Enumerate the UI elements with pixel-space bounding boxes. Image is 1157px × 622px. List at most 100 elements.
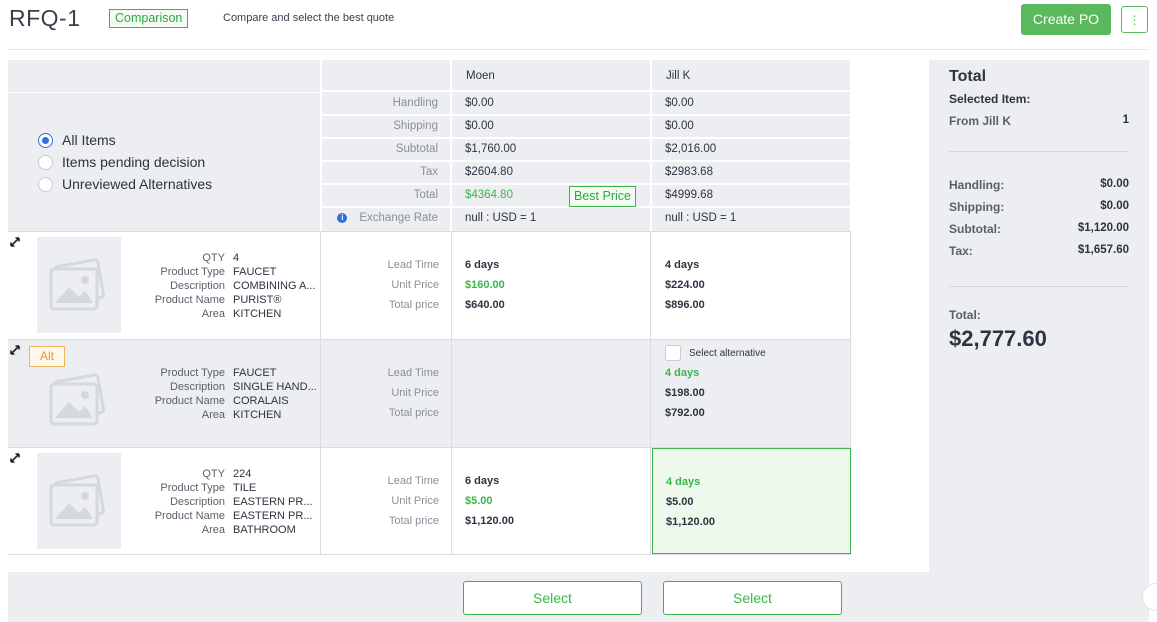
unit-price-value: $160.00	[465, 279, 505, 291]
filter-label: All Items	[62, 132, 116, 148]
filter-pending-decision[interactable]: Items pending decision	[38, 154, 205, 170]
filter-header-divider	[8, 92, 320, 93]
totals-divider	[949, 151, 1129, 152]
exchange-rate-row: i Exchange Rate	[322, 208, 450, 231]
handling-value: $0.00	[452, 93, 650, 116]
totals-line-value: $1,657.60	[1077, 244, 1129, 256]
unit-price-label: Unit Price	[391, 495, 439, 507]
total-price-label: Total price	[388, 299, 439, 311]
attr-value: TILE	[233, 482, 257, 494]
grand-total-value: $2,777.60	[949, 326, 1047, 351]
unit-price-label: Unit Price	[391, 387, 439, 399]
page-title: RFQ-1	[9, 5, 81, 31]
totals-panel: Total Selected Item: From Jill K 1 Handl…	[929, 60, 1149, 622]
lead-time-label: Lead Time	[387, 259, 439, 271]
item-info-cell: QTY 4 Product Type FAUCET Description COMBI…	[8, 232, 321, 339]
total-label: Total	[322, 185, 450, 208]
subtotal-value: $1,760.00	[452, 139, 650, 162]
totals-line-value: $0.00	[1100, 178, 1129, 190]
price-labels-cell: Lead Time Unit Price Total price	[322, 232, 452, 339]
filter-panel: All Items Items pending decision Unrevie…	[8, 60, 320, 231]
filter-unreviewed-alternatives[interactable]: Unreviewed Alternatives	[38, 176, 212, 192]
shipping-label: Shipping	[322, 116, 450, 139]
total-price-label: Total price	[388, 515, 439, 527]
handling-label: Handling	[322, 93, 450, 116]
table-row: QTY 224 Product Type TILE Description EASTE…	[8, 447, 851, 555]
item-info-cell: Alt Product Type FAUCET Description SINGLE…	[8, 340, 321, 447]
attr-value: COMBINING A...	[233, 280, 316, 292]
totals-line-label: Tax:	[949, 244, 973, 258]
attr-key: QTY	[202, 468, 225, 480]
selected-from-label: From Jill K	[949, 114, 1012, 128]
attr-key: Area	[201, 409, 225, 421]
select-alternative-checkbox[interactable]	[665, 345, 681, 361]
price-labels-cell: Lead Time Unit Price Total price	[322, 448, 452, 554]
page-header: RFQ-1 Comparison Compare and select the …	[0, 0, 1157, 50]
quote-cell-jill-k-selected[interactable]: 4 days $5.00 $1,120.00	[652, 448, 851, 554]
lead-time-value: 6 days	[465, 259, 500, 271]
total-price-value: $1,120.00	[666, 516, 715, 528]
quote-cell-moen[interactable]: 6 days $5.00 $1,120.00	[452, 448, 651, 554]
page-subtitle: Compare and select the best quote	[223, 12, 395, 24]
attr-value: SINGLE HAND...	[233, 381, 317, 393]
totals-shipping-row: Shipping: $0.00	[949, 200, 1129, 214]
quote-cell-moen[interactable]: 6 days $160.00 $640.00	[452, 232, 651, 339]
attr-value: EASTERN PR...	[233, 510, 313, 522]
comparison-badge: Comparison	[109, 9, 189, 28]
lead-time-label: Lead Time	[387, 475, 439, 487]
product-image-placeholder-icon	[37, 453, 121, 549]
attr-value: 4	[233, 252, 240, 264]
totals-line-label: Shipping:	[949, 200, 1005, 214]
exchange-rate-value: null : USD = 1	[465, 212, 537, 224]
lead-time-value: 4 days	[665, 259, 700, 271]
subtotal-label: Subtotal	[322, 139, 450, 162]
lead-time-value: 6 days	[465, 475, 500, 487]
quote-cell-jill-k[interactable]: Select alternative 4 days $198.00 $792.0…	[652, 340, 851, 447]
attr-value: EASTERN PR...	[233, 496, 313, 508]
quote-cell-moen-empty	[452, 340, 651, 447]
select-moen-button[interactable]: Select	[463, 581, 642, 615]
shipping-value: $0.00	[652, 116, 850, 139]
total-value-row: $4364.80 Best Price	[452, 185, 650, 208]
radio-icon[interactable]	[38, 176, 53, 192]
attr-key: Product Name	[154, 510, 225, 522]
total-price-value: $792.00	[665, 407, 705, 419]
product-image-placeholder-icon	[37, 372, 121, 442]
attr-value: KITCHEN	[233, 308, 282, 320]
alt-badge: Alt	[29, 346, 65, 367]
create-po-button[interactable]: Create PO	[1021, 4, 1111, 35]
unit-price-value: $5.00	[465, 495, 493, 507]
expand-icon[interactable]	[9, 236, 21, 248]
tax-value: $2604.80	[452, 162, 650, 185]
more-options-button[interactable]: ⋮	[1121, 6, 1148, 33]
expand-icon[interactable]	[9, 344, 21, 356]
filter-all-items[interactable]: All Items	[38, 132, 116, 148]
attr-key: Product Type	[160, 266, 225, 278]
total-price-value: $640.00	[465, 299, 505, 311]
selected-from-count: 1	[1122, 114, 1129, 126]
totals-tax-row: Tax: $1,657.60	[949, 244, 1129, 258]
total-price-value: $896.00	[665, 299, 705, 311]
subtotal-value: $2,016.00	[652, 139, 850, 162]
attr-value: CORALAIS	[233, 395, 289, 407]
totals-line-value: $1,120.00	[1077, 222, 1129, 234]
handling-value: $0.00	[652, 93, 850, 116]
select-jill-k-button[interactable]: Select	[663, 581, 842, 615]
radio-icon[interactable]	[38, 154, 53, 170]
summary-labels-header	[322, 60, 450, 92]
lead-time-label: Lead Time	[387, 367, 439, 379]
total-value: $4364.80	[465, 189, 513, 201]
expand-icon[interactable]	[9, 452, 21, 464]
header-divider	[8, 49, 1148, 50]
total-price-label: Total price	[388, 407, 439, 419]
attr-key: Product Type	[160, 482, 225, 494]
exchange-rate-label: Exchange Rate	[359, 212, 438, 224]
quote-cell-jill-k[interactable]: 4 days $224.00 $896.00	[652, 232, 851, 339]
select-alternative-label: Select alternative	[689, 348, 766, 359]
vendor-name: Jill K	[652, 60, 850, 92]
best-price-badge: Best Price	[569, 186, 636, 207]
info-icon[interactable]: i	[337, 212, 348, 223]
tax-label: Tax	[322, 162, 450, 185]
radio-selected-icon[interactable]	[38, 132, 53, 148]
unit-price-value: $198.00	[665, 387, 705, 399]
